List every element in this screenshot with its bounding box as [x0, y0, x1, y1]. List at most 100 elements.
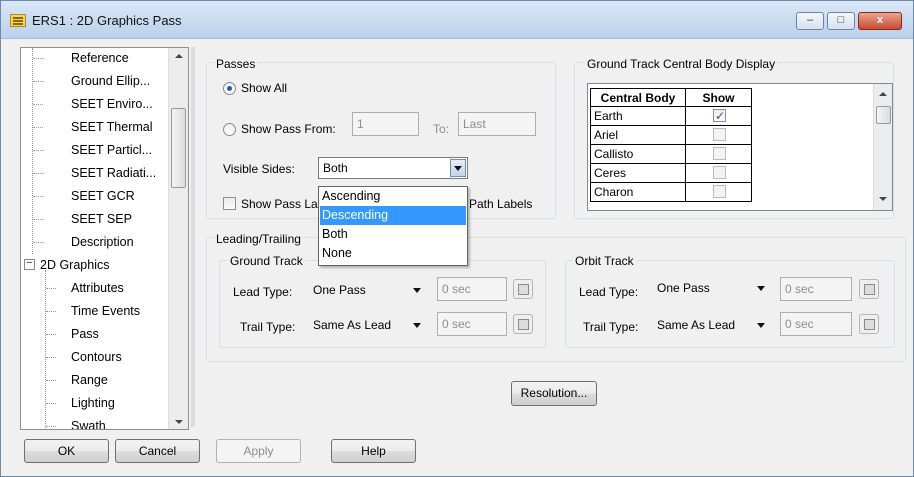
- collapse-icon[interactable]: −: [24, 258, 35, 270]
- tree-item-label: SEET Particl...: [71, 143, 153, 157]
- central-body-cell: Ceres: [590, 164, 686, 183]
- tree-item-label: 2D Graphics: [40, 258, 110, 272]
- help-button[interactable]: Help: [331, 439, 416, 463]
- title-bar[interactable]: ERS1 : 2D Graphics Pass – □ x: [1, 1, 913, 39]
- show-path-labels-label: Path Labels: [469, 197, 533, 211]
- scroll-down-arrow-icon[interactable]: [879, 197, 887, 201]
- show-all-label: Show All: [241, 81, 288, 95]
- pane-splitter[interactable]: [191, 47, 195, 427]
- table-scrollbar[interactable]: [873, 84, 892, 210]
- ok-button[interactable]: OK: [24, 439, 109, 463]
- ground-trail-time-picker-icon[interactable]: [513, 314, 533, 334]
- tree-item-label: SEET GCR: [71, 189, 135, 203]
- ground-track-label: Ground Track: [228, 254, 305, 268]
- tree-item-label: Ground Ellip...: [71, 74, 151, 88]
- chevron-down-icon: [757, 286, 765, 291]
- tree-scroll-thumb[interactable]: [171, 108, 186, 188]
- tree-item-label: Reference: [71, 51, 129, 65]
- column-header-central-body[interactable]: Central Body: [590, 88, 686, 107]
- visible-sides-select[interactable]: Both: [318, 157, 468, 179]
- orbit-lead-type-select[interactable]: One Pass: [653, 277, 771, 299]
- show-checkbox[interactable]: [713, 147, 726, 160]
- show-pass-from-radio[interactable]: [223, 123, 236, 136]
- chevron-down-icon: [757, 323, 765, 328]
- tree-tick: [33, 127, 43, 128]
- ground-lead-time-input[interactable]: 0 sec: [437, 277, 507, 301]
- table-row: Ariel: [590, 126, 753, 145]
- tree-connector: [45, 270, 46, 429]
- tree-tick: [46, 334, 56, 335]
- orbit-trail-time-picker-icon[interactable]: [859, 314, 879, 334]
- tree-item-label: SEET Radiati...: [71, 166, 157, 180]
- close-button[interactable]: x: [858, 12, 902, 30]
- visible-sides-label: Visible Sides:: [223, 162, 295, 176]
- show-pass-labels-label: Show Pass La: [241, 197, 318, 211]
- chevron-down-icon: [413, 288, 421, 293]
- ground-lead-time-picker-icon[interactable]: [513, 279, 533, 299]
- scroll-up-arrow-icon[interactable]: [879, 92, 887, 96]
- ground-trail-type-label: Trail Type:: [240, 320, 296, 334]
- ground-trail-type-select[interactable]: Same As Lead: [309, 314, 427, 336]
- leading-trailing-group-label: Leading/Trailing: [214, 232, 303, 246]
- table-scroll-thumb[interactable]: [876, 106, 891, 124]
- tree-tick: [46, 403, 56, 404]
- option-both[interactable]: Both: [320, 225, 466, 244]
- tree-item-label: SEET SEP: [71, 212, 132, 226]
- show-checkbox[interactable]: [713, 166, 726, 179]
- orbit-trail-type-label: Trail Type:: [583, 320, 639, 334]
- option-none[interactable]: None: [320, 244, 466, 263]
- show-pass-labels-checkbox[interactable]: [223, 197, 236, 210]
- to-label: To:: [433, 122, 450, 136]
- tree-item-label: Contours: [71, 350, 122, 364]
- tree-tick: [46, 380, 56, 381]
- pass-from-input[interactable]: 1: [352, 112, 419, 136]
- table-row: Ceres: [590, 164, 753, 183]
- ground-lead-type-select[interactable]: One Pass: [309, 279, 427, 301]
- show-checkbox[interactable]: [713, 185, 726, 198]
- dialog-window: ERS1 : 2D Graphics Pass – □ x Reference …: [0, 0, 914, 477]
- scroll-up-arrow-icon[interactable]: [175, 54, 183, 58]
- central-body-table: Central Body Show Earth Ariel Callisto C…: [587, 83, 893, 211]
- option-ascending[interactable]: Ascending: [320, 187, 466, 206]
- scroll-down-arrow-icon[interactable]: [175, 420, 183, 424]
- central-body-cell: Earth: [590, 107, 686, 126]
- tree-item-2d-graphics[interactable]: − 2D Graphics: [21, 255, 161, 275]
- tree-item-label: Description: [71, 235, 134, 249]
- cancel-button[interactable]: Cancel: [115, 439, 200, 463]
- show-pass-from-label: Show Pass From:: [241, 122, 336, 136]
- tree-tick: [33, 104, 43, 105]
- orbit-trail-time-input[interactable]: 0 sec: [780, 312, 852, 336]
- ground-lead-type-label: Lead Type:: [233, 285, 293, 299]
- resolution-button[interactable]: Resolution...: [511, 381, 597, 406]
- orbit-trail-type-select[interactable]: Same As Lead: [653, 314, 771, 336]
- minimize-button[interactable]: –: [796, 12, 824, 30]
- tree-item-label: SEET Thermal: [71, 120, 153, 134]
- tree-item-label: Pass: [71, 327, 99, 341]
- show-checkbox[interactable]: [713, 107, 726, 125]
- show-all-radio[interactable]: [223, 82, 236, 95]
- tree-tick: [46, 357, 56, 358]
- ground-lead-type-value: One Pass: [313, 283, 366, 297]
- maximize-button[interactable]: □: [827, 12, 855, 30]
- orbit-lead-type-value: One Pass: [657, 281, 710, 295]
- table-row: Earth: [590, 107, 753, 126]
- table-row: Charon: [590, 183, 753, 202]
- tree-scrollbar[interactable]: [168, 48, 188, 429]
- apply-button[interactable]: Apply: [216, 439, 301, 463]
- table-row: Callisto: [590, 145, 753, 164]
- ground-trail-time-input[interactable]: 0 sec: [437, 312, 507, 336]
- tree-tick: [33, 150, 43, 151]
- tree-item-label: Lighting: [71, 396, 115, 410]
- show-checkbox[interactable]: [713, 128, 726, 141]
- show-cell: [686, 126, 752, 145]
- tree-item-label: SEET Enviro...: [71, 97, 153, 111]
- orbit-lead-time-input[interactable]: 0 sec: [780, 277, 852, 301]
- pass-to-input[interactable]: Last: [458, 112, 536, 136]
- app-icon: [10, 14, 26, 27]
- ground-trail-type-value: Same As Lead: [313, 318, 392, 332]
- orbit-lead-time-picker-icon[interactable]: [859, 279, 879, 299]
- chevron-down-icon[interactable]: [450, 159, 466, 177]
- central-body-group-label: Ground Track Central Body Display: [585, 57, 778, 71]
- column-header-show[interactable]: Show: [686, 88, 752, 107]
- option-descending[interactable]: Descending: [320, 206, 466, 225]
